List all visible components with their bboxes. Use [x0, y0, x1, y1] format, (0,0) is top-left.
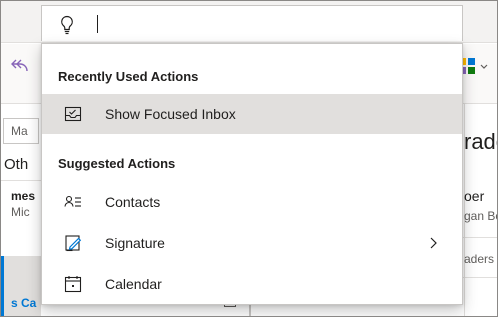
lightbulb-icon [61, 15, 73, 35]
search-box[interactable] [41, 5, 463, 41]
action-label: Calendar [105, 276, 162, 292]
action-label: Show Focused Inbox [105, 106, 236, 122]
signature-icon [65, 235, 82, 252]
focused-inbox-icon [64, 106, 82, 122]
outlook-window: Ma Oth mes Mic s Ca rade oer gan Bo ader… [0, 0, 498, 317]
mail-sender[interactable]: mes [11, 189, 35, 203]
selected-mail-sender: s Ca [11, 296, 37, 310]
recent-actions-heading: Recently Used Actions [58, 69, 199, 84]
mail-search-input[interactable]: Ma [3, 118, 39, 144]
selection-indicator [1, 256, 4, 316]
undo-icon[interactable] [7, 57, 35, 77]
message-snippet: aders [464, 252, 495, 266]
action-contacts[interactable]: Contacts [42, 182, 462, 222]
calendar-icon [64, 276, 82, 293]
action-calendar[interactable]: Calendar [42, 264, 462, 304]
suggested-actions-heading: Suggested Actions [58, 156, 176, 171]
tell-me-dropdown: Recently Used Actions Show Focused Inbox… [41, 43, 463, 305]
text-cursor [97, 15, 98, 33]
divider [461, 237, 497, 238]
mail-subject: Mic [11, 205, 30, 219]
action-label: Signature [105, 235, 165, 251]
action-show-focused-inbox[interactable]: Show Focused Inbox [42, 94, 462, 134]
tab-other[interactable]: Oth [4, 156, 28, 173]
divider [1, 180, 41, 181]
message-title: rade [464, 129, 497, 154]
action-signature[interactable]: Signature [42, 223, 462, 263]
message-from[interactable]: oer [464, 188, 484, 204]
chevron-right-icon [430, 237, 437, 249]
apps-grid-icon[interactable] [457, 55, 497, 77]
action-label: Contacts [105, 194, 161, 210]
divider [461, 277, 497, 278]
contacts-icon [64, 195, 81, 207]
message-to: gan Bo [464, 209, 497, 223]
